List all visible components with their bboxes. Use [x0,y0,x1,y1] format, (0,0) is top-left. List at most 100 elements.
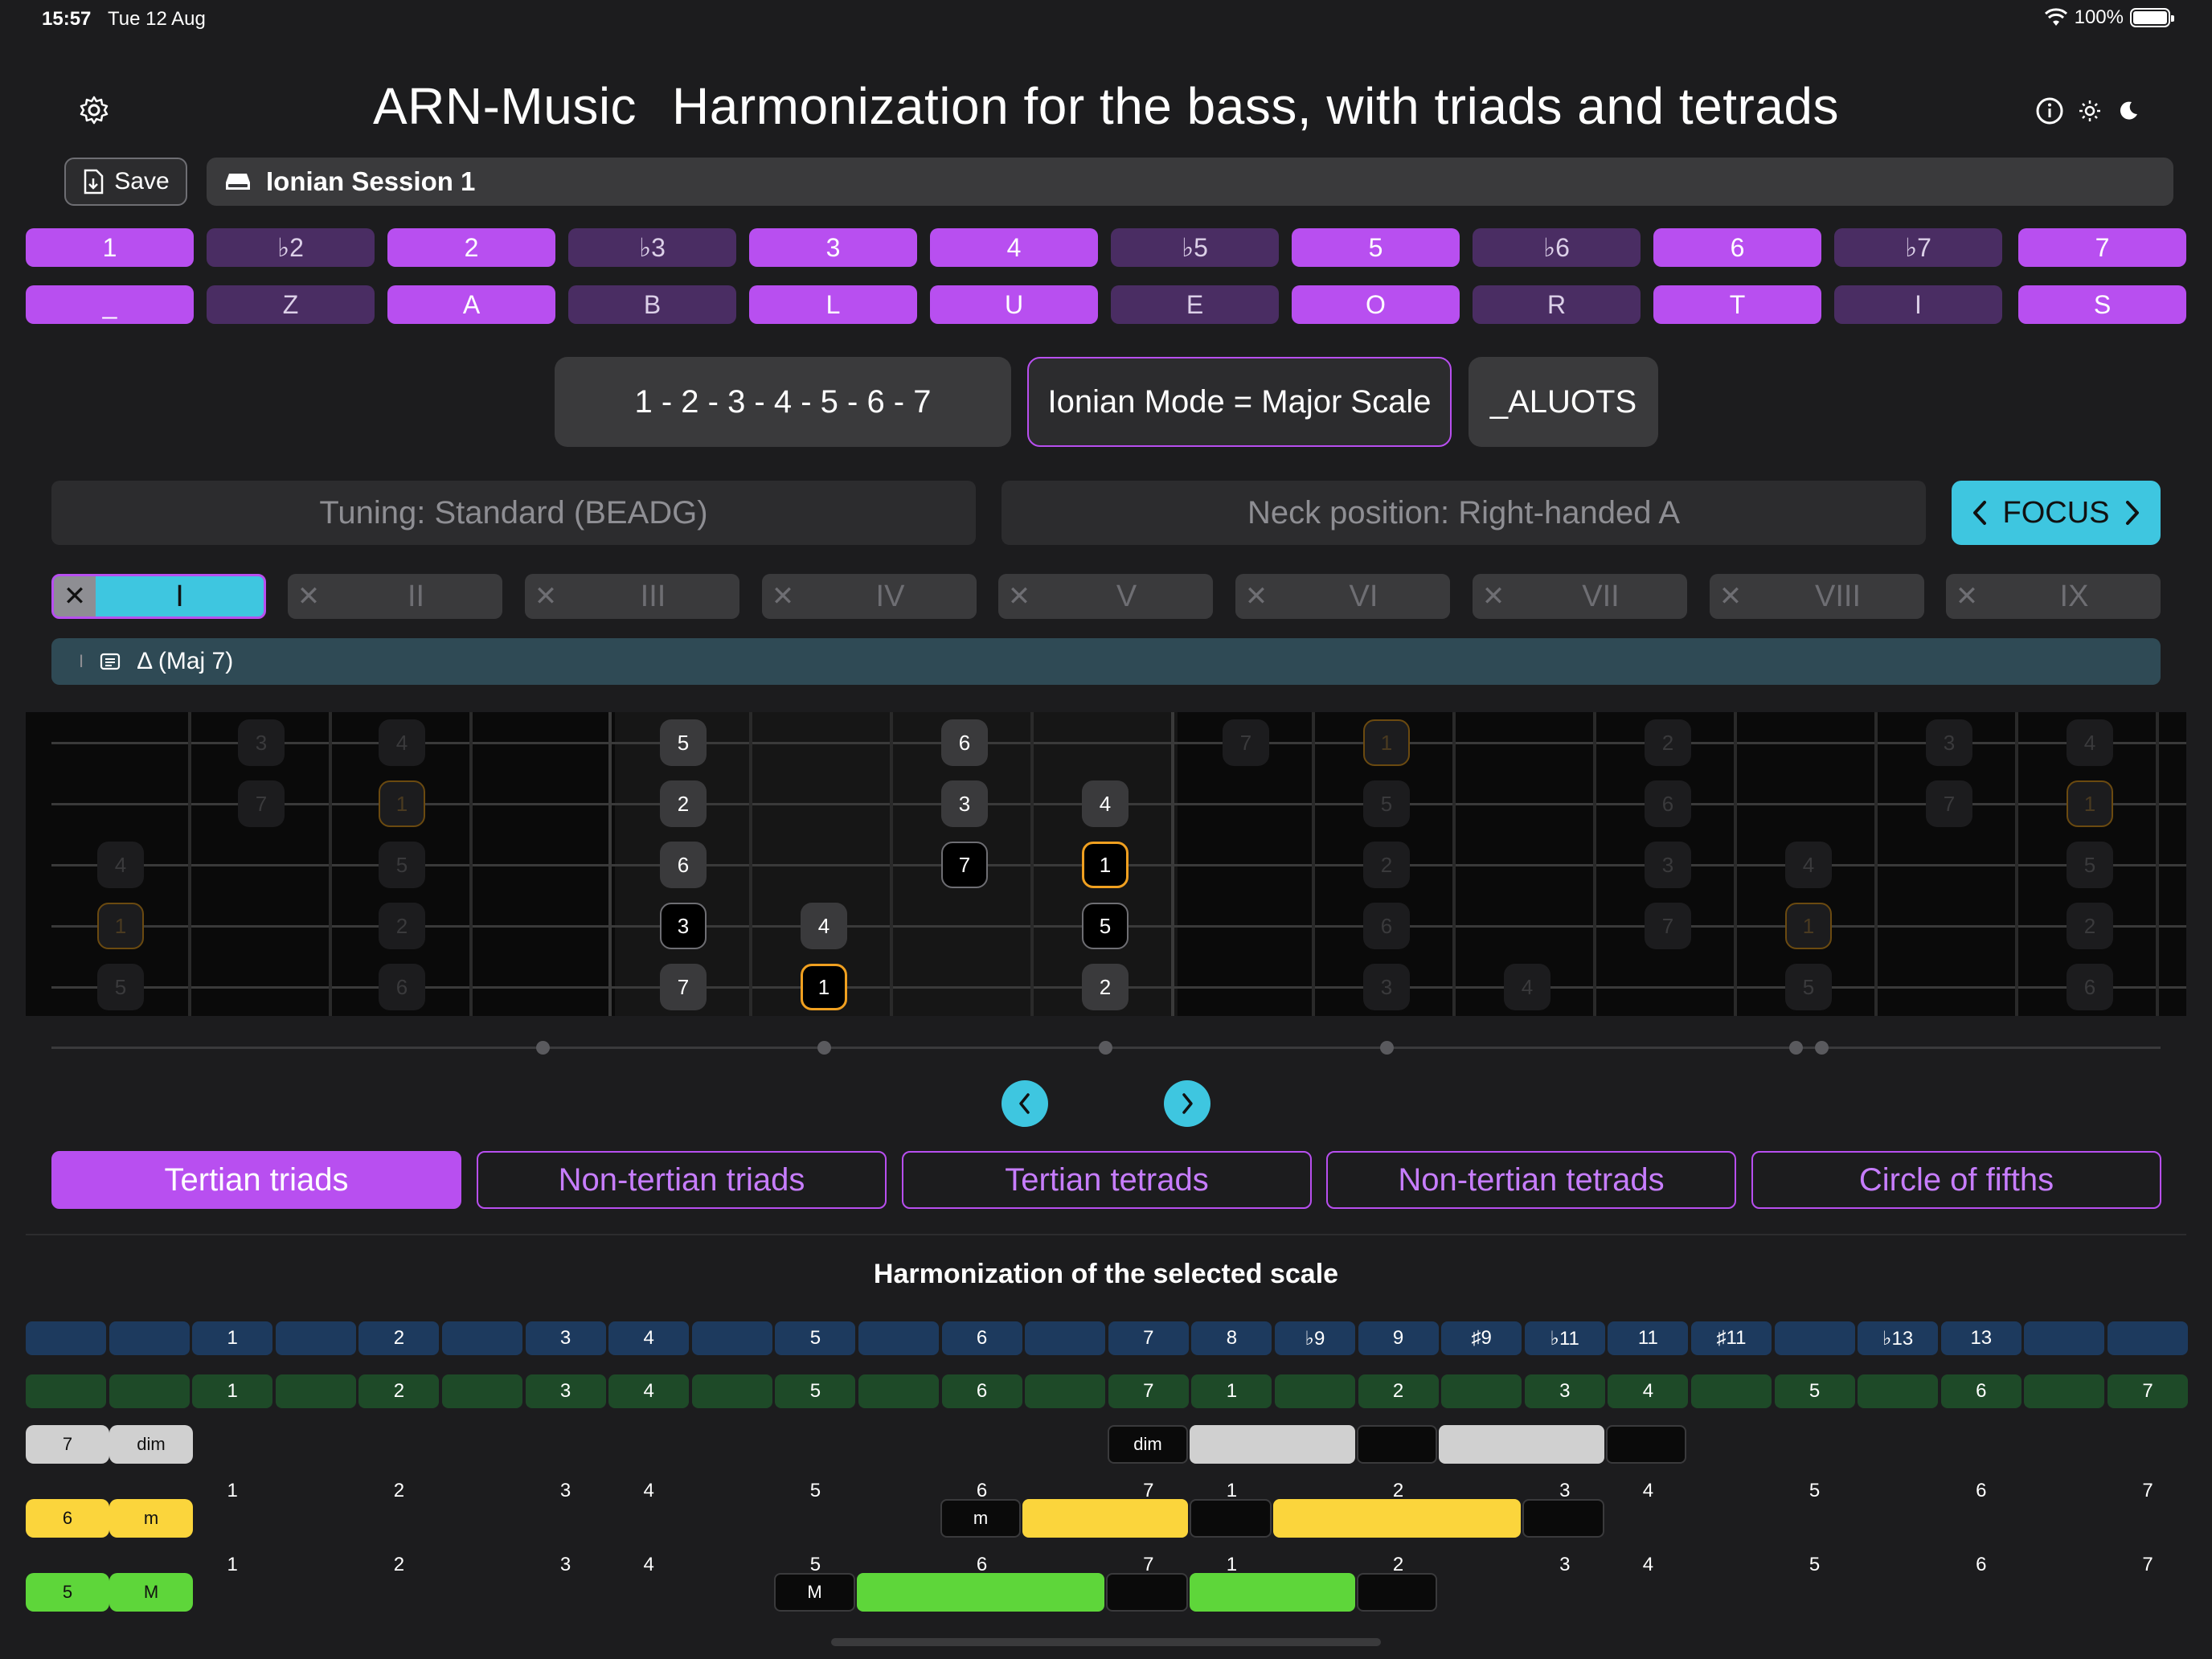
letter-pill[interactable]: Z [207,285,375,324]
close-icon[interactable]: ✕ [1946,574,1988,619]
mode-non-tertian-triads[interactable]: Non-tertian triads [477,1151,887,1209]
chord-tab-ii[interactable]: ✕ II [288,574,502,619]
degree-pill[interactable]: 5 [1292,228,1460,267]
mode-circle-of-fifths[interactable]: Circle of fifths [1751,1151,2161,1209]
save-button[interactable]: Save [64,158,187,206]
note-marker[interactable]: 4 [379,719,425,766]
note-marker[interactable]: 5 [379,842,425,888]
note-marker[interactable]: 4 [2067,719,2113,766]
note-marker[interactable]: 7 [238,780,285,827]
note-marker[interactable]: 2 [379,903,425,949]
note-marker[interactable]: 7 [941,842,988,888]
close-icon[interactable]: ✕ [525,574,567,619]
root-note-marker[interactable]: 1 [1785,903,1832,949]
selected-chord-bar[interactable]: I Δ (Maj 7) [51,638,2161,685]
note-marker[interactable]: 3 [1363,964,1410,1010]
close-icon[interactable]: ✕ [1710,574,1751,619]
mode-tertian-tetrads[interactable]: Tertian tetrads [902,1151,1312,1209]
neck-position-field[interactable]: Neck position: Right-handed A [1002,481,1926,545]
note-marker[interactable]: 7 [1926,780,1972,827]
mode-tertian-triads[interactable]: Tertian triads [51,1151,461,1209]
sun-icon[interactable] [2075,96,2104,125]
note-marker[interactable]: 5 [1082,903,1129,949]
note-marker[interactable]: 2 [1082,964,1129,1010]
root-note-marker[interactable]: 1 [2067,780,2113,827]
degree-pill[interactable]: ♭5 [1111,228,1279,267]
degree-pill[interactable]: ♭2 [207,228,375,267]
note-marker[interactable]: 6 [941,719,988,766]
note-marker[interactable]: 4 [97,842,144,888]
degree-pill[interactable]: 6 [1653,228,1821,267]
info-icon[interactable] [2034,95,2066,127]
chord-tab-iii[interactable]: ✕ III [525,574,739,619]
root-note-marker[interactable]: 1 [97,903,144,949]
next-position-button[interactable] [1164,1080,1210,1127]
letter-pill[interactable]: A [387,285,555,324]
note-marker[interactable]: 2 [2067,903,2113,949]
close-icon[interactable]: ✕ [1235,574,1277,619]
chord-tab-vii[interactable]: ✕ VII [1473,574,1687,619]
note-marker[interactable]: 4 [1082,780,1129,827]
root-note-marker[interactable]: 1 [801,964,847,1010]
chevron-left-icon[interactable] [1971,499,1989,526]
moon-icon[interactable] [2114,96,2143,125]
note-marker[interactable]: 5 [1785,964,1832,1010]
note-marker[interactable]: 6 [1363,903,1410,949]
scale-name[interactable]: Ionian Mode = Major Scale [1027,357,1452,447]
note-marker[interactable]: 3 [1645,842,1691,888]
close-icon[interactable]: ✕ [998,574,1040,619]
chord-tab-iv[interactable]: ✕ IV [762,574,977,619]
note-marker[interactable]: 7 [660,964,707,1010]
note-marker[interactable]: 5 [660,719,707,766]
letter-pill[interactable]: _ [26,285,194,324]
chord-tab-i[interactable]: ✕ I [51,574,266,619]
scale-code[interactable]: _ALUOTS [1469,357,1658,447]
letter-pill[interactable]: I [1834,285,2002,324]
degree-pill[interactable]: ♭7 [1834,228,2002,267]
note-marker[interactable]: 7 [1645,903,1691,949]
root-note-marker[interactable]: 1 [1363,719,1410,766]
close-icon[interactable]: ✕ [54,576,96,616]
degree-pill[interactable]: 7 [2018,228,2186,267]
focus-control[interactable]: FOCUS [1952,481,2161,545]
note-marker[interactable]: 3 [1926,719,1972,766]
note-marker[interactable]: 3 [660,903,707,949]
note-marker[interactable]: 2 [1363,842,1410,888]
letter-pill[interactable]: O [1292,285,1460,324]
letter-pill[interactable]: R [1473,285,1641,324]
degree-pill[interactable]: 2 [387,228,555,267]
chevron-right-icon[interactable] [2124,499,2141,526]
previous-position-button[interactable] [1002,1080,1048,1127]
scale-formula[interactable]: 1 - 2 - 3 - 4 - 5 - 6 - 7 [555,357,1011,447]
note-marker[interactable]: 5 [2067,842,2113,888]
letter-pill[interactable]: L [749,285,917,324]
letter-pill[interactable]: B [568,285,736,324]
note-marker[interactable]: 4 [801,903,847,949]
letter-pill[interactable]: T [1653,285,1821,324]
chord-tab-v[interactable]: ✕ V [998,574,1213,619]
note-marker[interactable]: 5 [1363,780,1410,827]
note-marker[interactable]: 4 [1785,842,1832,888]
degree-pill[interactable]: 1 [26,228,194,267]
note-marker[interactable]: 6 [2067,964,2113,1010]
degree-pill[interactable]: ♭6 [1473,228,1641,267]
root-note-marker[interactable]: 1 [1082,842,1129,888]
tuning-field[interactable]: Tuning: Standard (BEADG) [51,481,976,545]
session-field[interactable]: Ionian Session 1 [207,158,2173,206]
letter-pill[interactable]: U [930,285,1098,324]
chord-tab-viii[interactable]: ✕ VIII [1710,574,1924,619]
note-marker[interactable]: 4 [1504,964,1550,1010]
note-marker[interactable]: 3 [238,719,285,766]
chord-tab-ix[interactable]: ✕ IX [1946,574,2161,619]
note-marker[interactable]: 7 [1223,719,1269,766]
degree-pill[interactable]: ♭3 [568,228,736,267]
root-note-marker[interactable]: 1 [379,780,425,827]
chord-tab-vi[interactable]: ✕ VI [1235,574,1450,619]
degree-pill[interactable]: 3 [749,228,917,267]
close-icon[interactable]: ✕ [762,574,804,619]
letter-pill[interactable]: S [2018,285,2186,324]
note-marker[interactable]: 3 [941,780,988,827]
note-marker[interactable]: 6 [379,964,425,1010]
note-marker[interactable]: 5 [97,964,144,1010]
letter-pill[interactable]: E [1111,285,1279,324]
